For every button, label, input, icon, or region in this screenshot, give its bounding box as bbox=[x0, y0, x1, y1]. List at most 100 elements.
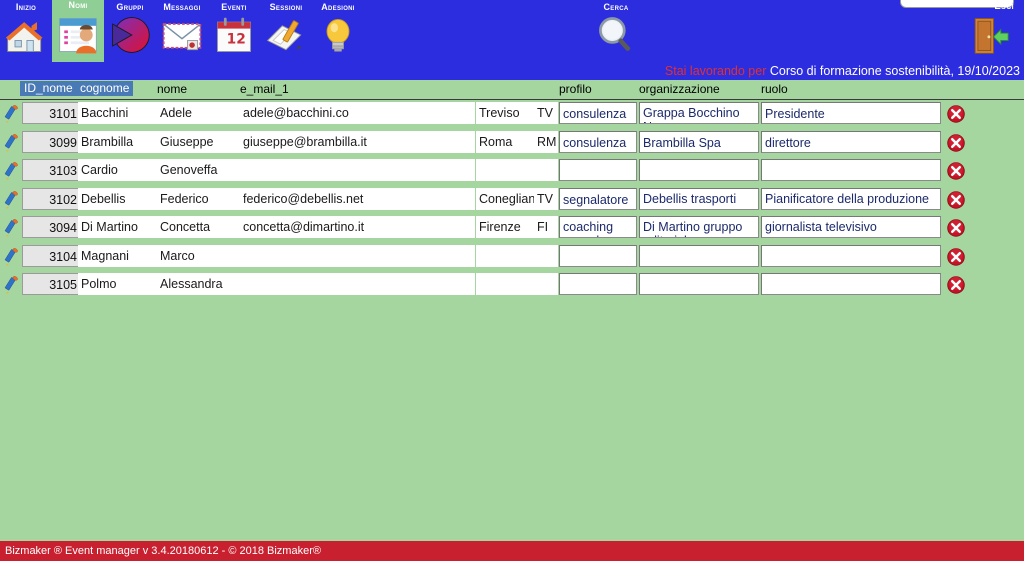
cell-citta[interactable]: Firenze bbox=[476, 216, 534, 238]
cell-cognome[interactable]: Polmo bbox=[78, 273, 160, 295]
cell-cognome[interactable]: Magnani bbox=[78, 244, 160, 267]
cell-nome[interactable]: Giuseppe bbox=[157, 130, 240, 153]
pencil-edit-icon[interactable] bbox=[4, 218, 24, 238]
cell-profilo[interactable] bbox=[559, 273, 637, 295]
column-header-id[interactable]: ID_nome bbox=[20, 81, 77, 96]
cell-profilo[interactable]: consulenza bbox=[559, 102, 637, 124]
cell-cognome[interactable]: Di Martino bbox=[78, 216, 160, 238]
cell-prov[interactable] bbox=[534, 159, 558, 181]
exit-door-icon bbox=[966, 13, 1010, 57]
cell-id[interactable]: 3103 bbox=[22, 159, 82, 181]
pencil-edit-icon[interactable] bbox=[4, 190, 24, 210]
cell-cognome[interactable]: Brambilla bbox=[78, 130, 160, 153]
nav-item-adesioni[interactable]: Adesioni bbox=[312, 0, 364, 62]
cell-cognome[interactable]: Bacchini bbox=[78, 102, 160, 124]
cell-nome[interactable]: Alessandra bbox=[157, 273, 240, 295]
cell-ruolo[interactable]: Presidente bbox=[761, 102, 941, 124]
cell-ruolo[interactable] bbox=[761, 273, 941, 295]
cell-cognome[interactable]: Debellis bbox=[78, 187, 160, 210]
cell-ruolo[interactable]: giornalista televisivo bbox=[761, 216, 941, 238]
delete-circle-icon[interactable] bbox=[946, 275, 966, 295]
cell-ruolo[interactable] bbox=[761, 159, 941, 181]
exit-button[interactable] bbox=[962, 12, 1014, 62]
nav-item-sessioni[interactable]: Sessioni bbox=[260, 0, 312, 62]
pencil-edit-icon[interactable] bbox=[4, 104, 24, 124]
cell-id[interactable]: 3102 bbox=[22, 187, 82, 210]
exit-label: Esci bbox=[994, 1, 1014, 12]
column-header-ruolo[interactable]: ruolo bbox=[761, 82, 788, 96]
nav-item-eventi[interactable]: Eventi 12 bbox=[208, 0, 260, 62]
cell-organizzazione[interactable]: Debellis trasporti bbox=[639, 187, 759, 210]
table-row: 3103 Cardio Genoveffa bbox=[0, 157, 1024, 185]
cell-organizzazione[interactable]: Grappa Bocchino Nero bbox=[639, 102, 759, 124]
cell-citta[interactable] bbox=[476, 159, 534, 181]
delete-circle-icon[interactable] bbox=[946, 190, 966, 210]
cell-profilo[interactable] bbox=[559, 159, 637, 181]
delete-circle-icon[interactable] bbox=[946, 218, 966, 238]
pencil-edit-icon[interactable] bbox=[4, 161, 24, 181]
cell-id[interactable]: 3094 bbox=[22, 216, 82, 238]
cell-citta[interactable]: Treviso bbox=[476, 102, 534, 124]
cell-id[interactable]: 3104 bbox=[22, 244, 82, 267]
pencil-edit-icon[interactable] bbox=[4, 133, 24, 153]
cell-nome[interactable]: Genoveffa bbox=[157, 159, 240, 181]
cell-email[interactable]: concetta@dimartino.it bbox=[240, 216, 475, 238]
column-header-cognome[interactable]: cognome bbox=[76, 81, 134, 96]
cell-cognome[interactable]: Cardio bbox=[78, 159, 160, 181]
column-header-profilo[interactable]: profilo bbox=[559, 82, 592, 96]
cell-nome[interactable]: Federico bbox=[157, 187, 240, 210]
cell-ruolo[interactable]: Pianificatore della produzione bbox=[761, 187, 941, 210]
nav-item-nomi[interactable]: Nomi bbox=[52, 0, 104, 62]
cell-email[interactable]: adele@bacchini.co bbox=[240, 102, 475, 124]
cell-citta[interactable] bbox=[476, 273, 534, 295]
cell-email[interactable] bbox=[240, 273, 475, 295]
cell-nome[interactable]: Marco bbox=[157, 244, 240, 267]
column-header-nome[interactable]: nome bbox=[157, 82, 187, 96]
table-row: 3105 Polmo Alessandra bbox=[0, 271, 1024, 299]
cell-prov[interactable]: FI bbox=[534, 216, 558, 238]
column-header-email[interactable]: e_mail_1 bbox=[240, 82, 289, 96]
delete-circle-icon[interactable] bbox=[946, 247, 966, 267]
cell-email[interactable]: giuseppe@brambilla.it bbox=[240, 130, 475, 153]
cell-organizzazione[interactable]: Brambilla Spa bbox=[639, 130, 759, 153]
cell-profilo[interactable]: segnalatore bbox=[559, 187, 637, 210]
cell-organizzazione[interactable] bbox=[639, 273, 759, 295]
column-header-row: ID_nome cognome nome e_mail_1 profilo organiz… bbox=[0, 80, 1024, 98]
cell-prov[interactable]: TV bbox=[534, 102, 558, 124]
pencil-edit-icon[interactable] bbox=[4, 275, 24, 295]
cell-organizzazione[interactable] bbox=[639, 159, 759, 181]
cell-organizzazione[interactable]: Di Martino gruppo editoriale bbox=[639, 216, 759, 238]
delete-circle-icon[interactable] bbox=[946, 161, 966, 181]
nav-item-cerca[interactable]: Cerca bbox=[590, 0, 642, 62]
nav-item-gruppi[interactable]: Gruppi bbox=[104, 0, 156, 62]
cell-citta[interactable]: Coneglian o bbox=[476, 187, 534, 210]
cell-organizzazione[interactable] bbox=[639, 244, 759, 267]
delete-circle-icon[interactable] bbox=[946, 104, 966, 124]
nav-item-messaggi[interactable]: Messaggi bbox=[156, 0, 208, 62]
cell-ruolo[interactable] bbox=[761, 244, 941, 267]
cell-id[interactable]: 3099 bbox=[22, 130, 82, 153]
cell-id[interactable]: 3105 bbox=[22, 273, 82, 295]
cell-nome[interactable]: Adele bbox=[157, 102, 240, 124]
cell-profilo[interactable] bbox=[559, 244, 637, 267]
delete-circle-icon[interactable] bbox=[946, 133, 966, 153]
cell-nome[interactable]: Concetta bbox=[157, 216, 240, 238]
cell-citta[interactable]: Roma bbox=[476, 130, 534, 153]
nav-item-label: Inizio bbox=[15, 2, 37, 12]
cell-prov[interactable]: RM bbox=[534, 130, 558, 153]
cell-profilo[interactable]: consulenza bbox=[559, 130, 637, 153]
pencil-edit-icon[interactable] bbox=[4, 247, 24, 267]
cell-prov[interactable] bbox=[534, 244, 558, 267]
cell-citta[interactable] bbox=[476, 244, 534, 267]
envelope-icon bbox=[160, 13, 204, 57]
cell-prov[interactable]: TV bbox=[534, 187, 558, 210]
nav-item-inizio[interactable]: Inizio bbox=[0, 0, 52, 62]
cell-ruolo[interactable]: direttore bbox=[761, 130, 941, 153]
cell-email[interactable] bbox=[240, 159, 475, 181]
column-header-organizzazione[interactable]: organizzazione bbox=[639, 82, 720, 96]
cell-email[interactable] bbox=[240, 244, 475, 267]
cell-profilo[interactable]: coaching consulenza bbox=[559, 216, 637, 238]
cell-email[interactable]: federico@debellis.net bbox=[240, 187, 475, 210]
cell-prov[interactable] bbox=[534, 273, 558, 295]
cell-id[interactable]: 3101 bbox=[22, 102, 82, 124]
